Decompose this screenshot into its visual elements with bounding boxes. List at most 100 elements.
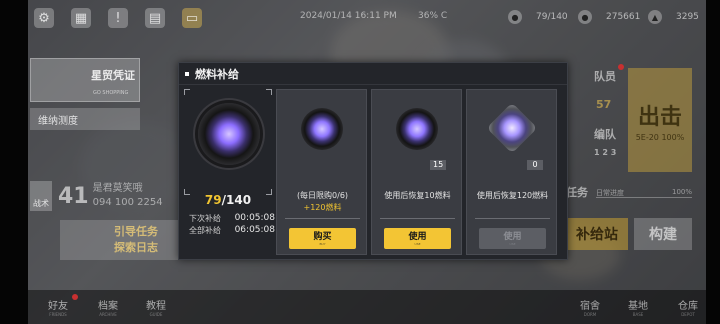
left-screen-rail: [0, 0, 28, 324]
fuel-count: 79/140: [184, 193, 272, 207]
frame-corner: [184, 89, 190, 95]
coin-resource-value: 275661: [606, 12, 641, 22]
nav-dorm[interactable]: 宿舍 DORM: [580, 297, 600, 317]
bottom-nav-bar: 好友 FRIENDS 档案 ARCHIVE 教程 GUIDE 宿舍 DORM 基…: [28, 290, 706, 324]
crew-alert-dot: [618, 64, 624, 70]
settings-gear-icon[interactable]: ⚙: [34, 8, 54, 28]
datetime-text: 2024/01/14 16:11 PM: [300, 11, 397, 21]
coin-resource[interactable]: ● 275661: [578, 10, 640, 24]
fuel-core-icon: [198, 103, 260, 165]
daily-progress: 日常进度 100%: [596, 188, 692, 198]
frame-corner: [266, 89, 272, 95]
divider: [285, 218, 360, 219]
nav-guide-label: 教程: [146, 301, 166, 312]
supply-station-button[interactable]: 补给站: [566, 218, 628, 250]
nav-depot-label: 仓库: [678, 301, 698, 312]
buy-button[interactable]: 购买 BUY: [289, 228, 356, 249]
full-supply-time: 06:05:08: [234, 225, 275, 235]
nav-archive[interactable]: 档案 ARCHIVE: [98, 297, 118, 317]
star-voucher-sub: GO SHOPPING: [93, 90, 129, 96]
nav-archive-sub: ARCHIVE: [99, 312, 117, 317]
star-voucher-title: 星贸凭证: [91, 69, 135, 82]
nav-depot-sub: DEPOT: [681, 312, 695, 317]
team-numbers[interactable]: 1 2 3: [594, 148, 616, 157]
fuel-option-card: (每日限购0/6) +120燃料 购买 BUY: [276, 89, 367, 255]
tactics-card[interactable]: 战术 41 是君莫笑哦 094 100 2254: [30, 176, 180, 216]
task-label[interactable]: 任务: [566, 184, 588, 200]
nav-dorm-label: 宿舍: [580, 301, 600, 312]
full-supply-label: 全部补给: [189, 226, 221, 235]
full-supply-row: 全部补给 06:05:08: [189, 225, 275, 236]
nav-archive-label: 档案: [98, 301, 118, 312]
use-button-sub: USE: [414, 241, 421, 246]
star-voucher-card[interactable]: 星贸凭证 GO SHOPPING: [30, 58, 140, 102]
fuel-option-card: 0 使用后恢复120燃料 使用 USE: [466, 89, 557, 255]
nav-depot[interactable]: 仓库 DEPOT: [678, 297, 698, 317]
weina-measure-card[interactable]: 维纳测度: [30, 108, 140, 130]
fuel-resource-value: 79/140: [536, 12, 568, 22]
calendar-icon[interactable]: ▦: [71, 8, 91, 28]
gem-resource[interactable]: ▲ 3295: [648, 10, 699, 24]
option-description: (每日限购0/6) +120燃料: [277, 190, 368, 214]
sortie-title: 出击: [637, 104, 682, 130]
nav-base[interactable]: 基地 BASE: [628, 297, 648, 317]
use-button-disabled[interactable]: 使用 USE: [479, 228, 546, 249]
option-description: 使用后恢复120燃料: [467, 190, 558, 202]
shop-icon[interactable]: ▤: [145, 8, 165, 28]
fuel-current: 79: [204, 193, 222, 207]
crew-label[interactable]: 队员: [594, 68, 616, 84]
nav-guide-sub: GUIDE: [149, 312, 163, 317]
fuel-cube-icon: [486, 102, 538, 154]
left-event-cards: 星贸凭证 GO SHOPPING 维纳测度: [30, 58, 140, 130]
fuel-resource[interactable]: ● 79/140: [508, 10, 568, 24]
coin-resource-icon: ●: [578, 10, 592, 24]
divider: [380, 218, 455, 219]
title-marker-icon: [185, 71, 189, 76]
guide-task-card[interactable]: 引导任务 探索日志: [60, 220, 190, 260]
dialog-title: 燃料补给: [195, 67, 239, 81]
sortie-button[interactable]: 出击 5E-20 100%: [628, 68, 692, 172]
use-button-sub: USE: [509, 241, 516, 246]
use-button-label: 使用: [408, 231, 427, 242]
build-button[interactable]: 构建: [634, 218, 692, 250]
option-desc-line1: 使用后恢复10燃料: [384, 191, 451, 200]
buy-button-sub: BUY: [319, 241, 326, 246]
next-supply-row: 下次补给 00:05:08: [189, 213, 275, 224]
use-button[interactable]: 使用 USE: [384, 228, 451, 249]
item-quantity: 0: [527, 160, 543, 170]
fuel-status-panel: 79/140 下次补给 00:05:08 全部补给 06:05:08: [184, 89, 275, 255]
gem-resource-icon: ▲: [648, 10, 662, 24]
nav-friends-label: 好友: [48, 301, 68, 312]
next-supply-label: 下次补给: [189, 214, 221, 223]
divider: [475, 218, 550, 219]
nav-base-sub: BASE: [632, 312, 644, 317]
option-desc-line1: 使用后恢复120燃料: [476, 191, 549, 200]
sortie-sub: 5E-20 100%: [635, 132, 685, 142]
team-label[interactable]: 编队: [594, 126, 616, 142]
notice-icon[interactable]: !: [108, 8, 128, 28]
tactics-label: 战术: [30, 181, 52, 211]
nav-friends-sub: FRIENDS: [49, 312, 67, 317]
fuel-max: 140: [226, 193, 252, 207]
daily-progress-label: 日常进度: [596, 189, 624, 197]
nav-friends[interactable]: 好友 FRIENDS: [48, 297, 68, 317]
fuel-resource-icon: ●: [508, 10, 522, 24]
small-fuel-pod-icon: [301, 108, 343, 150]
daily-progress-pct: 100%: [671, 188, 692, 196]
nav-base-label: 基地: [628, 301, 648, 312]
player-id: 094 100 2254: [92, 197, 163, 208]
option-description: 使用后恢复10燃料: [372, 190, 463, 202]
nav-dorm-sub: DORM: [583, 312, 597, 317]
weina-measure-title: 维纳测度: [38, 115, 78, 127]
player-info: 是君莫笑哦 094 100 2254: [93, 182, 163, 210]
card-icon[interactable]: ▭: [182, 8, 202, 28]
fuel-option-card: 15 使用后恢复10燃料 使用 USE: [371, 89, 462, 255]
item-quantity: 15: [430, 160, 447, 170]
dialog-header: 燃料补给: [179, 63, 567, 85]
fuel-supply-dialog: 燃料补给 79/140 下次补给 00:05:08 全部补给 06:05:08 …: [178, 62, 568, 260]
option-desc-line1: (每日限购0/6): [296, 191, 349, 200]
use-button-label: 使用: [503, 231, 522, 242]
next-supply-time: 00:05:08: [234, 213, 275, 223]
nav-guide[interactable]: 教程 GUIDE: [146, 297, 166, 317]
battery-text: 36% C: [418, 11, 448, 21]
